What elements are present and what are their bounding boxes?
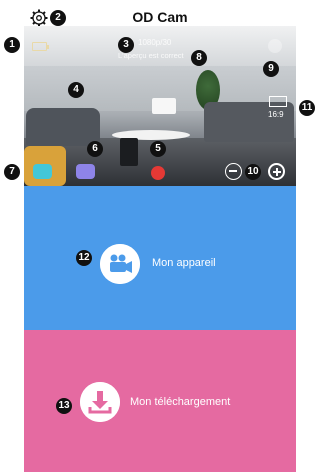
device-label: Mon appareil xyxy=(152,257,216,269)
camera-icon[interactable] xyxy=(76,164,95,179)
fullscreen-icon[interactable] xyxy=(268,39,282,53)
resolution-label: 1080p/30 xyxy=(138,38,172,47)
preview-sofa-right xyxy=(204,102,294,142)
callout-11: 11 xyxy=(299,100,315,116)
callout-1: 1 xyxy=(4,37,20,53)
aspect-ratio-icon[interactable] xyxy=(269,96,287,107)
camera-preview[interactable] xyxy=(24,26,296,186)
aspect-ratio-label: 16:9 xyxy=(268,110,284,119)
preview-device-box xyxy=(152,98,176,114)
zoom-out-icon[interactable] xyxy=(225,163,242,180)
preview-bin xyxy=(120,138,138,166)
callout-2: 2 xyxy=(50,10,66,26)
download-icon[interactable] xyxy=(80,382,120,422)
preview-sofa-left xyxy=(26,108,100,146)
callout-7: 7 xyxy=(4,164,20,180)
callout-8: 8 xyxy=(191,50,207,66)
callout-5: 5 xyxy=(150,141,166,157)
callout-10: 10 xyxy=(245,164,261,180)
zoom-in-icon[interactable] xyxy=(268,163,285,180)
callout-6: 6 xyxy=(87,141,103,157)
video-camera-icon[interactable] xyxy=(100,244,140,284)
record-icon[interactable] xyxy=(151,166,165,180)
callout-9: 9 xyxy=(263,61,279,77)
battery-icon xyxy=(32,42,49,51)
callout-4: 4 xyxy=(68,82,84,98)
download-label: Mon téléchargement xyxy=(130,396,231,408)
device-section[interactable]: Mon appareil xyxy=(24,186,296,330)
video-camera-icon[interactable] xyxy=(33,164,52,179)
callout-13: 13 xyxy=(56,398,72,414)
callout-12: 12 xyxy=(76,250,92,266)
callout-3: 3 xyxy=(118,37,134,53)
